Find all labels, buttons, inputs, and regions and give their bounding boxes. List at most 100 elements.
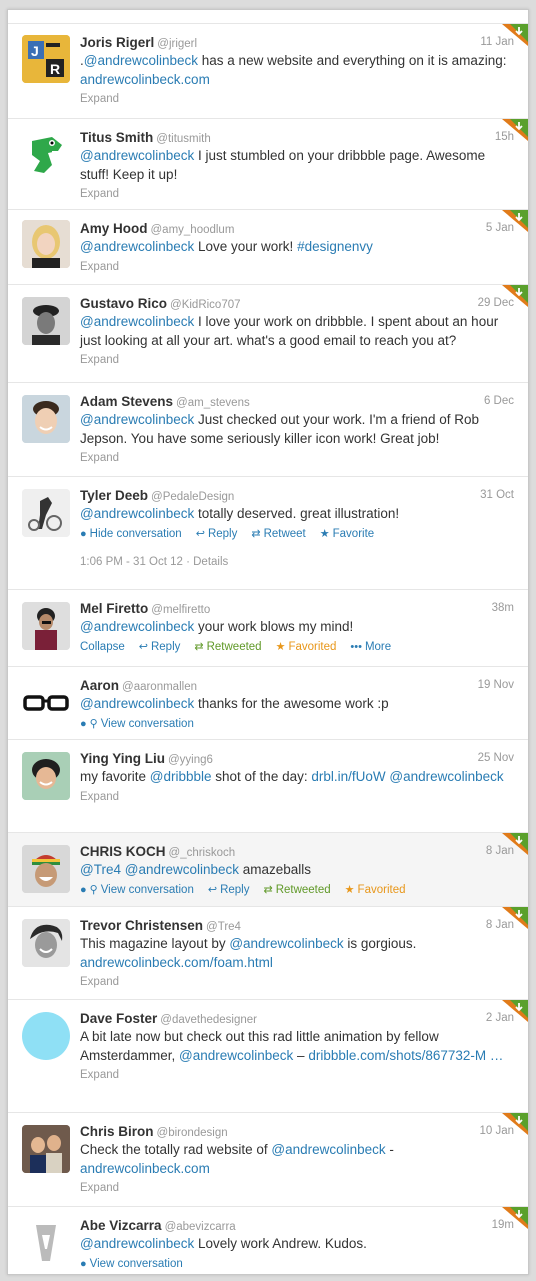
view-conversation-button[interactable]: ● View conversation: [80, 1258, 183, 1270]
avatar[interactable]: [22, 297, 70, 345]
author-handle[interactable]: @Tre4: [206, 921, 241, 933]
mention-link[interactable]: @andrewcolinbeck: [84, 53, 198, 68]
author-handle[interactable]: @birondesign: [157, 1127, 228, 1139]
mention-link[interactable]: @andrewcolinbeck: [80, 506, 194, 521]
author-handle[interactable]: @yying6: [168, 754, 213, 766]
retweet-button[interactable]: ⇄ Retweet: [251, 528, 305, 540]
author-name[interactable]: Adam Stevens: [80, 394, 173, 409]
author-handle[interactable]: @KidRico707: [170, 299, 241, 311]
author-name[interactable]: Titus Smith: [80, 130, 153, 145]
tweet-item[interactable]: Mel Firetto @melfiretto 38m @andrewcolinbe…: [8, 589, 528, 666]
hide-conversation-button[interactable]: ● Hide conversation: [80, 528, 182, 540]
author-name[interactable]: CHRIS KOCH: [80, 844, 166, 859]
author-name[interactable]: Dave Foster: [80, 1011, 157, 1026]
mention-link[interactable]: @andrewcolinbeck: [229, 936, 343, 951]
avatar[interactable]: [22, 679, 70, 727]
author-name[interactable]: Tyler Deeb: [80, 488, 148, 503]
avatar[interactable]: [22, 395, 70, 443]
author-handle[interactable]: @titusmith: [156, 133, 211, 145]
mention-link[interactable]: @andrewcolinbeck: [271, 1142, 385, 1157]
reply-button[interactable]: ↩ Reply: [196, 528, 238, 540]
author-name[interactable]: Trevor Christensen: [80, 918, 203, 933]
expand-link[interactable]: Expand: [80, 452, 119, 464]
expand-link[interactable]: Expand: [80, 261, 119, 273]
tweet-item[interactable]: Chris Biron @birondesign 10 Jan Check the …: [8, 1112, 528, 1206]
author-handle[interactable]: @PedaleDesign: [151, 491, 234, 503]
mention-link[interactable]: @andrewcolinbeck: [80, 314, 194, 329]
retweeted-button[interactable]: ⇄ Retweeted: [194, 641, 261, 653]
avatar[interactable]: [22, 1125, 70, 1173]
view-conversation-button[interactable]: ● ⚲ View conversation: [80, 884, 194, 896]
favorite-button[interactable]: ★ Favorite: [320, 528, 374, 540]
tweet-item[interactable]: Trevor Christensen @Tre4 8 Jan This magazi…: [8, 906, 528, 999]
tweet-item[interactable]: Abe Vizcarra @abevizcarra 19m @andrewcolin…: [8, 1206, 528, 1274]
tweet-item[interactable]: Tyler Deeb @PedaleDesign 31 Oct @andrewcol…: [8, 476, 528, 589]
author-name[interactable]: Ying Ying Liu: [80, 751, 165, 766]
author-handle[interactable]: @amy_hoodlum: [151, 224, 235, 236]
mention-link[interactable]: @andrewcolinbeck: [80, 1236, 194, 1251]
mention-link[interactable]: @andrewcolinbeck: [125, 862, 239, 877]
mention-link[interactable]: @andrewcolinbeck: [80, 148, 194, 163]
expand-link[interactable]: Expand: [80, 188, 119, 200]
author-name[interactable]: Mel Firetto: [80, 601, 148, 616]
author-name[interactable]: Chris Biron: [80, 1124, 154, 1139]
hashtag-link[interactable]: #designenvy: [297, 239, 373, 254]
view-conversation-button[interactable]: ● ⚲ View conversation: [80, 718, 194, 730]
author-name[interactable]: Joris Rigerl: [80, 35, 154, 50]
avatar[interactable]: [22, 602, 70, 650]
tweet-item[interactable]: Dave Foster @davethedesigner 2 Jan A bit l…: [8, 999, 528, 1112]
avatar[interactable]: [22, 752, 70, 800]
author-handle[interactable]: @am_stevens: [176, 397, 250, 409]
tweet-time[interactable]: 31 Oct: [480, 487, 514, 504]
avatar[interactable]: [22, 919, 70, 967]
author-handle[interactable]: @jrigerl: [157, 38, 197, 50]
url-link[interactable]: andrewcolinbeck.com/foam.html: [80, 955, 273, 970]
collapse-button[interactable]: Collapse: [80, 641, 125, 653]
mention-link[interactable]: @dribbble: [150, 769, 212, 784]
url-link[interactable]: andrewcolinbeck.com: [80, 72, 210, 87]
author-name[interactable]: Gustavo Rico: [80, 296, 167, 311]
tweet-item[interactable]: Gustavo Rico @KidRico707 29 Dec @andrewcol…: [8, 284, 528, 382]
tweet-time[interactable]: 38m: [492, 600, 514, 617]
mention-link[interactable]: @andrewcolinbeck: [179, 1048, 293, 1063]
avatar[interactable]: [22, 845, 70, 893]
avatar[interactable]: [22, 489, 70, 537]
author-handle[interactable]: @abevizcarra: [165, 1221, 236, 1233]
url-link[interactable]: andrewcolinbeck.com: [80, 1161, 210, 1176]
tweet-item[interactable]: CHRIS KOCH @_chriskoch 8 Jan @Tre4 @andrew…: [8, 832, 528, 906]
expand-link[interactable]: Expand: [80, 976, 119, 988]
retweeted-button[interactable]: ⇄ Retweeted: [263, 884, 330, 896]
favorited-button[interactable]: ★ Favorited: [276, 641, 337, 653]
url-link[interactable]: dribbble.com/shots/867732-M …: [308, 1048, 503, 1063]
avatar[interactable]: [22, 220, 70, 268]
tweet-item[interactable]: JR Joris Rigerl @jrigerl 11 Jan .@andrewco…: [8, 23, 528, 118]
tweet-item[interactable]: Adam Stevens @am_stevens 6 Dec @andrewcoli…: [8, 382, 528, 476]
author-name[interactable]: Abe Vizcarra: [80, 1218, 162, 1233]
mention-link[interactable]: @andrewcolinbeck: [389, 769, 503, 784]
mention-link[interactable]: @andrewcolinbeck: [80, 696, 194, 711]
expand-link[interactable]: Expand: [80, 1069, 119, 1081]
mention-link[interactable]: @andrewcolinbeck: [80, 239, 194, 254]
expand-link[interactable]: Expand: [80, 1182, 119, 1194]
expand-link[interactable]: Expand: [80, 791, 119, 803]
avatar[interactable]: [22, 1219, 70, 1267]
author-handle[interactable]: @aaronmallen: [122, 681, 197, 693]
tweet-time[interactable]: 6 Dec: [484, 393, 514, 410]
tweet-item[interactable]: Ying Ying Liu @yying6 25 Nov my favorite @…: [8, 739, 528, 832]
expand-link[interactable]: Expand: [80, 93, 119, 105]
tweet-detail-timestamp[interactable]: 1:06 PM - 31 Oct 12 · Details: [80, 556, 514, 568]
author-handle[interactable]: @_chriskoch: [169, 847, 236, 859]
tweet-item[interactable]: Aaron @aaronmallen 19 Nov @andrewcolinbeck…: [8, 666, 528, 739]
tweet-time[interactable]: 25 Nov: [478, 750, 514, 767]
url-link[interactable]: drbl.in/fUoW: [311, 769, 385, 784]
more-button[interactable]: ••• More: [350, 641, 391, 653]
mention-link[interactable]: @andrewcolinbeck: [80, 412, 194, 427]
author-handle[interactable]: @davethedesigner: [160, 1014, 257, 1026]
tweet-item[interactable]: Amy Hood @amy_hoodlum 5 Jan @andrewcolinbe…: [8, 209, 528, 284]
reply-button[interactable]: ↩ Reply: [139, 641, 181, 653]
mention-link[interactable]: @andrewcolinbeck: [80, 619, 194, 634]
tweet-time[interactable]: 19 Nov: [478, 677, 514, 694]
expand-link[interactable]: Expand: [80, 354, 119, 366]
avatar[interactable]: JR: [22, 35, 70, 83]
tweet-item[interactable]: Titus Smith @titusmith 15h @andrewcolinbec…: [8, 118, 528, 209]
